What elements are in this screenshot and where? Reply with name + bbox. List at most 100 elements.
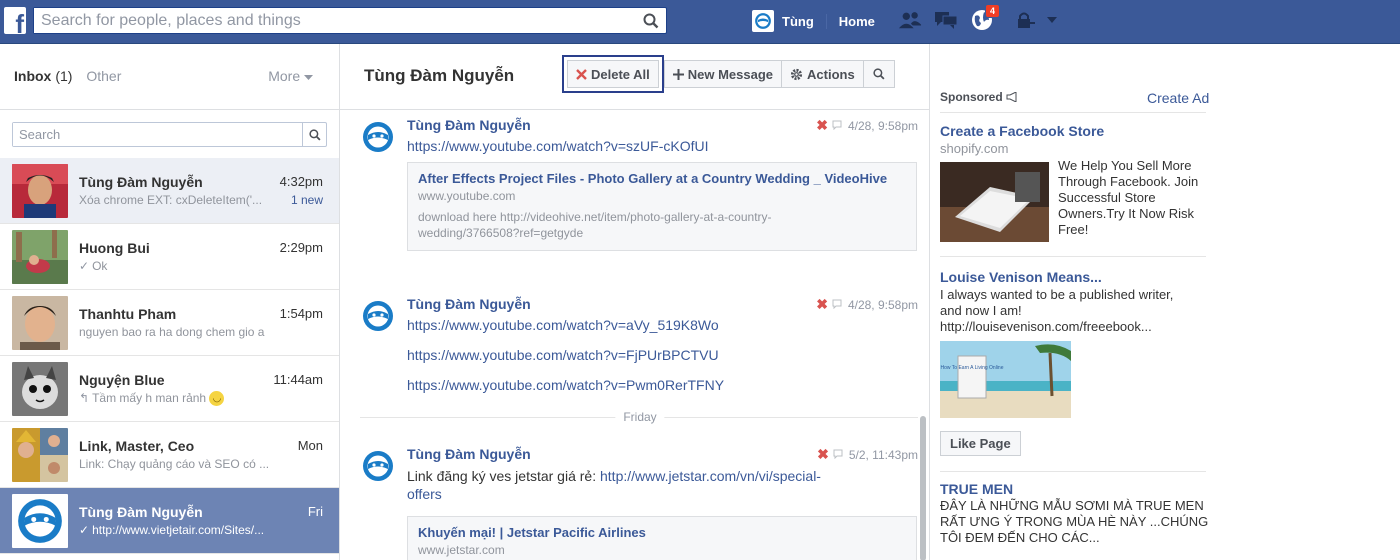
sender-name[interactable]: Tùng Đàm Nguyễn xyxy=(407,296,531,312)
inbox-search-input[interactable] xyxy=(13,123,298,146)
preview-domain: www.youtube.com xyxy=(418,189,516,203)
thread-snippet: Xóa chrome EXT: cxDeleteItem('... xyxy=(79,193,263,207)
check-icon: ✓ xyxy=(79,523,90,537)
create-ad-link[interactable]: Create Ad xyxy=(1147,90,1209,106)
thread-snippet: nguyen bao ra ha dong chem gio a xyxy=(79,325,265,339)
account-dropdown-icon[interactable] xyxy=(1040,8,1064,32)
thread-item[interactable]: Nguyện Blue 11:44am ↰ Tầm mấy h man rảnh … xyxy=(0,356,339,422)
privacy-lock-icon[interactable] xyxy=(1014,8,1038,32)
ad-title[interactable]: TRUE MEN xyxy=(940,481,1013,497)
thread-name: Tùng Đàm Nguyễn xyxy=(79,504,203,520)
thread-snippet: ✓ Ok xyxy=(79,259,108,273)
actions-button[interactable]: Actions xyxy=(781,60,864,88)
sender-name[interactable]: Tùng Đàm Nguyễn xyxy=(407,117,531,133)
sender-avatar[interactable] xyxy=(362,121,394,153)
avatar xyxy=(12,494,68,548)
preview-title[interactable]: Khuyến mại! | Jetstar Pacific Airlines xyxy=(418,525,906,540)
friend-requests-icon[interactable] xyxy=(898,8,922,32)
delete-message-icon[interactable]: ✖ xyxy=(816,296,828,313)
more-dropdown[interactable]: More xyxy=(268,68,313,84)
sender-name[interactable]: Tùng Đàm Nguyễn xyxy=(407,446,531,462)
top-bar: f Tùng Home 4 xyxy=(0,0,1400,44)
conversation-toolbar: Delete All New Message Actions xyxy=(562,55,895,93)
day-label: Friday xyxy=(615,410,665,424)
ad-title[interactable]: Louise Venison Means... xyxy=(940,269,1102,285)
message-meta: ✖ 4/28, 9:58pm xyxy=(816,296,918,313)
thread-item[interactable]: Huong Bui 2:29pm ✓ Ok xyxy=(0,224,339,290)
ad-domain: shopify.com xyxy=(940,141,1009,156)
message-text: Link đăng ký ves jetstar giá rẻ: http://… xyxy=(407,468,821,502)
link-preview[interactable]: After Effects Project Files - Photo Gall… xyxy=(407,162,917,251)
thread-snippet: ↰ Tầm mấy h man rảnh ◡ xyxy=(79,391,294,407)
thread-time: Fri xyxy=(307,504,323,519)
sender-avatar[interactable] xyxy=(362,300,394,332)
inbox-panel: Inbox(1) Other More Tùng Đàm Nguyễn 4:32… xyxy=(0,44,340,560)
thread-item[interactable]: Tùng Đàm Nguyễn 4:32pm Xóa chrome EXT: c… xyxy=(0,158,339,224)
plus-icon xyxy=(672,68,684,80)
global-search xyxy=(33,7,667,34)
thread-name: Link, Master, Ceo xyxy=(79,438,195,454)
message-meta: ✖ 4/28, 9:58pm xyxy=(816,117,918,134)
thread-list: Tùng Đàm Nguyễn 4:32pm Xóa chrome EXT: c… xyxy=(0,158,339,554)
ad-image[interactable]: How To Earn A Living Online xyxy=(940,341,1071,418)
preview-title[interactable]: After Effects Project Files - Photo Gall… xyxy=(418,171,906,186)
preview-domain: www.jetstar.com xyxy=(418,543,505,557)
ad-title[interactable]: Create a Facebook Store xyxy=(940,123,1104,139)
like-page-button[interactable]: Like Page xyxy=(940,431,1021,456)
notification-badge: 4 xyxy=(984,4,1000,18)
thread-name: Thanhtu Pham xyxy=(79,306,177,322)
message-link[interactable]: https://www.youtube.com/watch?v=FjPUrBPC… xyxy=(407,347,719,363)
thread-time: Mon xyxy=(297,438,323,453)
search-icon[interactable] xyxy=(302,123,326,146)
ad-text: We Help You Sell More Through Facebook. … xyxy=(1058,158,1199,237)
inbox-tab[interactable]: Inbox (1) xyxy=(14,68,72,84)
thread-item[interactable]: Link, Master, Ceo Mon Link: Chạy quảng c… xyxy=(0,422,339,488)
user-nav: Tùng Home xyxy=(752,9,875,33)
delete-message-icon[interactable]: ✖ xyxy=(816,117,828,134)
thread-snippet: ✓ http://www.vietjetair.com/Sites/... xyxy=(79,523,265,537)
ad-text: I always wanted to be a published writer… xyxy=(940,287,1174,334)
scrollbar[interactable] xyxy=(920,416,926,560)
profile-link[interactable]: Tùng xyxy=(782,13,827,29)
delete-all-button[interactable]: Delete All xyxy=(562,55,664,93)
chat-bubble-icon xyxy=(833,448,843,462)
nav-icons: 4 xyxy=(898,4,1076,32)
notifications-icon[interactable]: 4 xyxy=(970,4,1000,32)
facebook-logo[interactable]: f xyxy=(4,7,26,37)
delete-message-icon[interactable]: ✖ xyxy=(817,446,829,463)
divider xyxy=(940,471,1206,472)
avatar xyxy=(12,362,68,416)
profile-avatar[interactable] xyxy=(752,10,774,32)
chevron-down-icon xyxy=(304,75,313,80)
sender-avatar[interactable] xyxy=(362,450,394,482)
day-separator: Friday xyxy=(360,410,918,424)
new-message-button[interactable]: New Message xyxy=(663,60,783,88)
preview-description: download here http://videohive.net/item/… xyxy=(418,210,772,240)
search-conversation-button[interactable] xyxy=(862,60,895,88)
other-tab[interactable]: Other xyxy=(86,68,121,84)
global-search-input[interactable] xyxy=(34,8,624,33)
gear-icon xyxy=(790,68,803,81)
divider xyxy=(940,256,1206,257)
thread-item[interactable]: Tùng Đàm Nguyễn Fri ✓ http://www.vietjeta… xyxy=(0,488,339,554)
chat-bubble-icon xyxy=(832,298,842,312)
ad-image[interactable] xyxy=(940,162,1049,242)
message-link[interactable]: https://www.youtube.com/watch?v=szUF-cKO… xyxy=(407,138,709,154)
message-link[interactable]: https://www.youtube.com/watch?v=aVy_519K… xyxy=(407,317,719,333)
message-link[interactable]: https://www.youtube.com/watch?v=Pwm0RerT… xyxy=(407,377,724,393)
link-preview[interactable]: Khuyến mại! | Jetstar Pacific Airlines w… xyxy=(407,516,917,560)
thread-name: Tùng Đàm Nguyễn xyxy=(79,174,203,190)
avatar xyxy=(12,164,68,218)
inbox-search xyxy=(12,122,327,147)
search-icon[interactable] xyxy=(636,8,666,33)
thread-time: 4:32pm xyxy=(279,174,323,189)
thread-name: Huong Bui xyxy=(79,240,150,256)
home-link[interactable]: Home xyxy=(827,14,875,29)
thread-item[interactable]: Thanhtu Pham 1:54pm nguyen bao ra ha don… xyxy=(0,290,339,356)
book-cover-text: How To Earn A Living Online xyxy=(940,365,1003,371)
megaphone-icon xyxy=(1006,91,1018,105)
conversation-title[interactable]: Tùng Đàm Nguyễn xyxy=(364,66,514,86)
messages-icon[interactable] xyxy=(934,8,958,32)
thread-time: 11:44am xyxy=(273,372,323,387)
avatar xyxy=(12,230,68,284)
